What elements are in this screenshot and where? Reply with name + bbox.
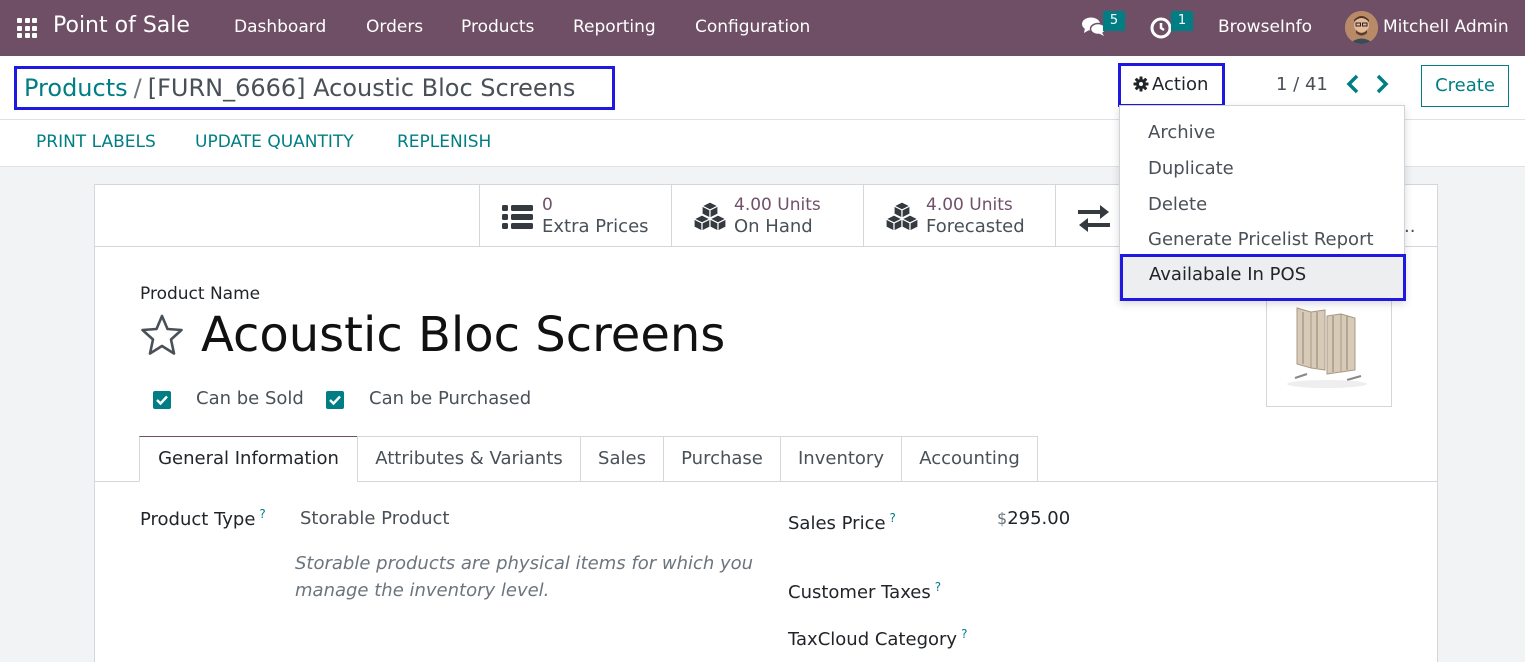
tab-purchase[interactable]: Purchase — [664, 436, 781, 482]
breadcrumb: Products / [FURN_6666] Acoustic Bloc Scree… — [14, 66, 615, 110]
product-type-select[interactable]: Storable Product — [300, 508, 450, 529]
button-box-spacer — [95, 185, 480, 247]
cubes-icon — [884, 201, 920, 232]
menu-item-archive[interactable]: Archive — [1148, 122, 1215, 143]
apps-menu-icon[interactable] — [17, 18, 37, 38]
update-quantity-button[interactable]: UPDATE QUANTITY — [195, 132, 354, 152]
stats-overflow-mark: .. — [1404, 216, 1416, 237]
breadcrumb-separator: / — [133, 74, 142, 102]
cubes-icon — [692, 201, 728, 232]
menu-orders[interactable]: Orders — [366, 17, 423, 37]
favorite-star-icon[interactable] — [139, 313, 185, 357]
top-navbar: Point of Sale Dashboard Orders Products … — [0, 0, 1525, 56]
sales-price-field[interactable]: $295.00 — [997, 508, 1070, 529]
tab-accounting[interactable]: Accounting — [902, 436, 1038, 482]
menu-item-generate-pricelist-report[interactable]: Generate Pricelist Report — [1148, 229, 1374, 250]
tab-attributes-variants[interactable]: Attributes & Variants — [357, 436, 581, 482]
avatar[interactable] — [1345, 11, 1378, 44]
activities-badge: 1 — [1171, 11, 1193, 31]
sales-price-label: Sales Price? — [788, 511, 896, 534]
product-type-help-text: Storable products are physical items for… — [295, 553, 754, 601]
menu-item-duplicate[interactable]: Duplicate — [1148, 158, 1234, 179]
user-menu[interactable]: Mitchell Admin — [1383, 17, 1509, 37]
product-image[interactable] — [1266, 297, 1392, 407]
menu-item-delete[interactable]: Delete — [1148, 194, 1207, 215]
pager-value[interactable]: 1 / 41 — [1276, 74, 1328, 95]
extra-prices-label: Extra Prices — [542, 216, 649, 237]
tab-inventory[interactable]: Inventory — [781, 436, 902, 482]
tab-general-information[interactable]: General Information — [139, 436, 358, 482]
product-name-label: Product Name — [140, 284, 261, 304]
on-hand-quantity: 4.00 Units — [734, 195, 821, 215]
taxcloud-category-label: TaxCloud Category? — [788, 627, 968, 650]
breadcrumb-products-link[interactable]: Products — [24, 74, 128, 102]
menu-reporting[interactable]: Reporting — [573, 17, 656, 37]
can-be-purchased-label[interactable]: Can be Purchased — [369, 388, 531, 409]
forecasted-quantity: 4.00 Units — [926, 195, 1013, 215]
action-label: Action — [1152, 74, 1209, 95]
menu-configuration[interactable]: Configuration — [695, 17, 810, 37]
messages-badge: 5 — [1103, 11, 1125, 31]
extra-prices-count: 0 — [542, 195, 553, 215]
app-name[interactable]: Point of Sale — [53, 13, 190, 38]
forecasted-label: Forecasted — [926, 216, 1025, 237]
exchange-icon — [1078, 205, 1110, 232]
menu-item-available-in-pos[interactable]: Availabale In POS — [1120, 254, 1406, 301]
create-button[interactable]: Create — [1421, 65, 1509, 107]
action-dropdown-menu: Archive Duplicate Delete Generate Pricel… — [1119, 105, 1406, 301]
list-icon — [502, 205, 533, 229]
can-be-sold-checkbox[interactable] — [153, 391, 171, 409]
chevron-left-icon[interactable] — [1344, 73, 1362, 95]
print-labels-button[interactable]: PRINT LABELS — [36, 132, 156, 152]
extra-prices-button[interactable]: 0 Extra Prices — [479, 185, 671, 247]
chevron-right-icon[interactable] — [1373, 73, 1391, 95]
menu-dashboard[interactable]: Dashboard — [234, 17, 326, 37]
gear-icon — [1133, 76, 1149, 92]
on-hand-button[interactable]: 4.00 Units On Hand — [671, 185, 863, 247]
company-switcher[interactable]: BrowseInfo — [1218, 17, 1312, 37]
on-hand-label: On Hand — [734, 216, 813, 237]
can-be-sold-label[interactable]: Can be Sold — [196, 388, 304, 409]
product-name-field[interactable]: Acoustic Bloc Screens — [201, 307, 725, 363]
customer-taxes-label: Customer Taxes? — [788, 580, 942, 603]
tab-sales[interactable]: Sales — [581, 436, 664, 482]
product-type-label: Product Type? — [140, 507, 266, 530]
replenish-button[interactable]: REPLENISH — [397, 132, 491, 152]
forecasted-button[interactable]: 4.00 Units Forecasted — [863, 185, 1055, 247]
action-button[interactable]: Action — [1118, 63, 1225, 107]
menu-products[interactable]: Products — [461, 17, 534, 37]
breadcrumb-current: [FURN_6666] Acoustic Bloc Screens — [147, 74, 576, 102]
can-be-purchased-checkbox[interactable] — [326, 391, 344, 409]
